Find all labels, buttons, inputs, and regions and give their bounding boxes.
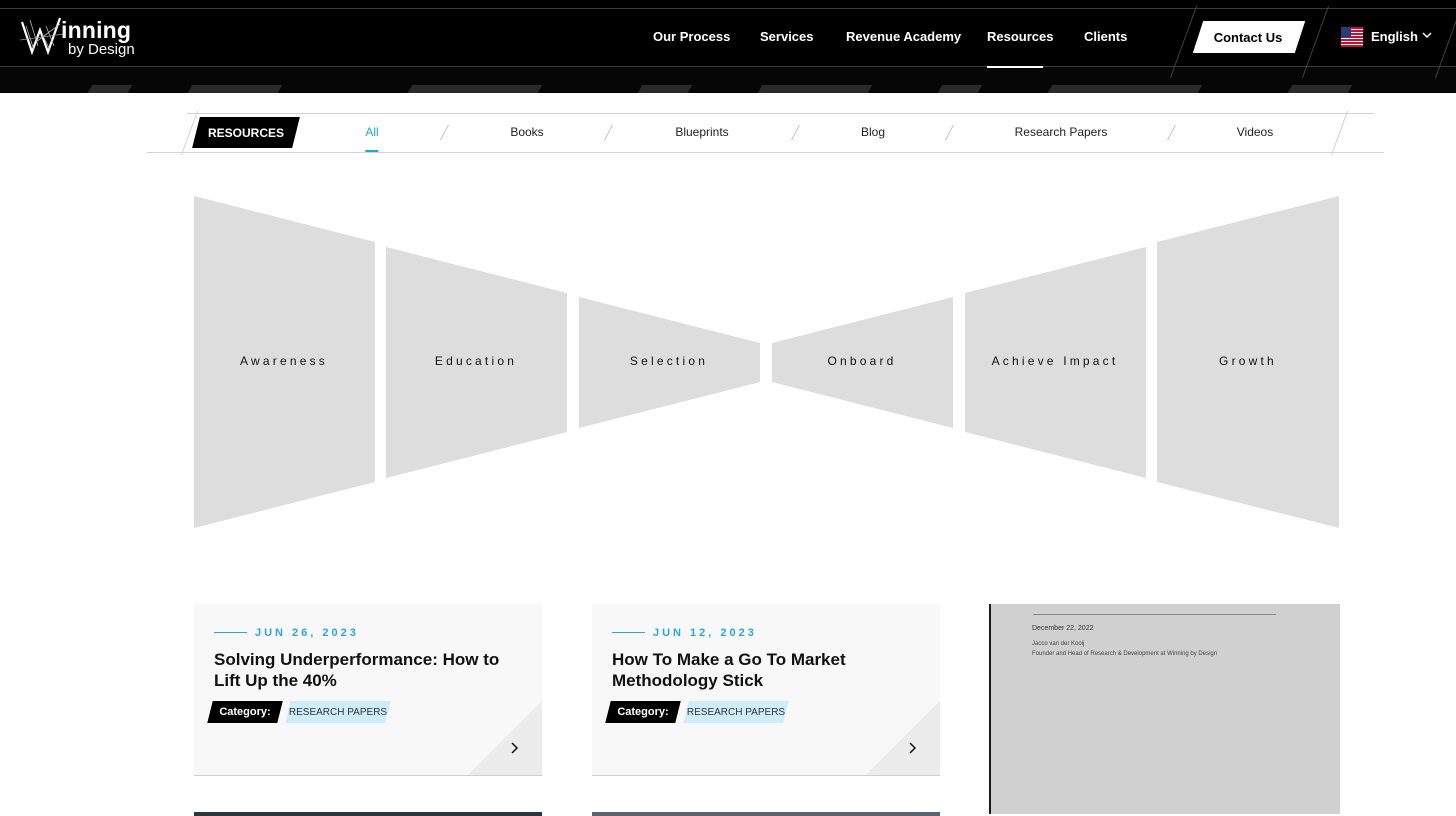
resource-card[interactable]: JUN 12, 2023 How To Make a Go To Market … (592, 604, 940, 776)
next-card-peek (194, 812, 542, 816)
resource-card[interactable]: JUN 26, 2023 Solving Underperformance: H… (194, 604, 542, 776)
card-category-badge: Category: (605, 701, 681, 723)
card-title[interactable]: Solving Underperformance: How to Lift Up… (214, 649, 524, 691)
card-category-tag[interactable]: RESEARCH PAPERS (285, 701, 391, 723)
chevron-right-icon[interactable] (510, 741, 520, 755)
document-preview-card[interactable]: December 22, 2022 Jacco van der Kooij Fo… (989, 604, 1340, 814)
chevron-right-icon[interactable] (908, 741, 918, 755)
stage-label-growth: Growth (1219, 354, 1277, 368)
stage-label-achieve-impact: Achieve Impact (991, 354, 1119, 368)
stage-label-onboard: Onboard (827, 354, 897, 368)
next-card-peek (592, 812, 940, 816)
card-title[interactable]: How To Make a Go To Market Methodology S… (612, 649, 922, 691)
stage-label-education: Education (434, 354, 518, 368)
card-category-badge: Category: (207, 701, 283, 723)
stage-label-selection: Selection (629, 354, 709, 368)
card-corner-decoration (468, 701, 542, 775)
card-corner-decoration (866, 701, 940, 775)
preview-author: Jacco van der Kooij (1032, 641, 1085, 647)
preview-author-role: Founder and Head of Research & Developme… (1032, 651, 1218, 657)
preview-date: December 22, 2022 (1032, 625, 1094, 632)
card-category-tag[interactable]: RESEARCH PAPERS (683, 701, 789, 723)
bowtie-diagram (194, 196, 1339, 528)
card-date: JUN 12, 2023 (653, 627, 757, 639)
stage-label-awareness: Awareness (240, 354, 328, 368)
card-date: JUN 26, 2023 (255, 627, 359, 639)
